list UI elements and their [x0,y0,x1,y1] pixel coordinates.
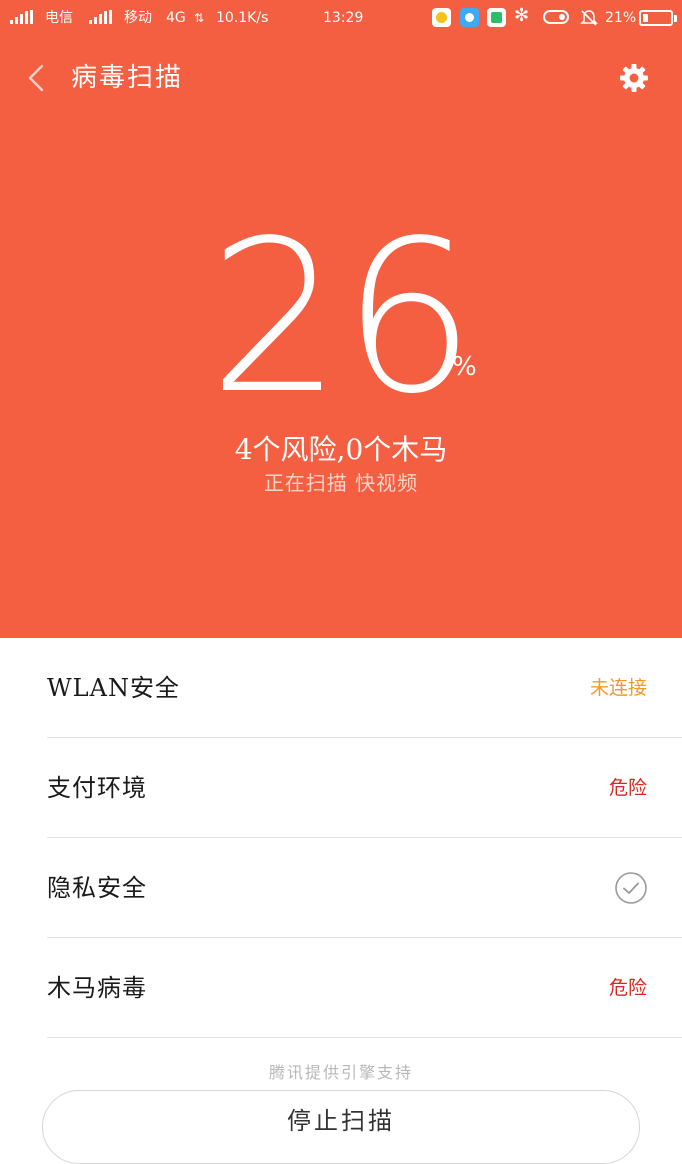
check-item-trojan[interactable]: 木马病毒 危险 [47,938,682,1038]
check-item-status: 危险 [608,977,647,999]
svg-text:26: 26 [208,195,475,440]
browser-notification-icon [460,8,479,27]
risk-summary: 4个风险,0个木马 [234,433,448,466]
scan-percent: 26 [205,192,479,444]
check-circle-icon [615,872,647,904]
battery-percent: 21% [605,10,637,26]
clock: 13:29 [323,10,364,26]
check-item-wlan[interactable]: WLAN安全 未连接 [47,638,682,738]
video-notification-icon [487,8,506,27]
signal-strength-icon [89,10,113,24]
scan-status-text: 正在扫描 快视频 [263,471,419,495]
check-list: WLAN安全 未连接 支付环境 危险 隐私安全 木马病毒 危险 [0,638,682,1038]
data-transfer-icon: ⇅ [194,11,205,25]
network-speed: 10.1K/s [216,10,269,26]
carrier-label-1: 电信 [45,10,73,26]
settings-button[interactable] [616,60,652,96]
engine-credit: 腾讯提供引擎支持 [268,1063,413,1082]
signal-strength-icon [10,10,34,24]
gear-icon [620,64,648,92]
check-item-status: 未连接 [589,677,647,699]
check-item-status: 危险 [608,777,647,799]
check-item-label: 隐私安全 [47,874,147,902]
check-item-privacy[interactable]: 隐私安全 [47,838,682,938]
carrier-label-2: 移动 [124,10,152,26]
battery-icon [639,10,673,26]
percent-sign: % [452,352,477,382]
status-bar: 电信 移动 4G ⇅ 10.1K/s 13:29 ✻ 21% [0,0,682,36]
check-item-label: 支付环境 [47,774,147,802]
check-item-payment[interactable]: 支付环境 危险 [47,738,682,838]
network-type: 4G [166,10,186,26]
check-item-label: WLAN安全 [47,674,180,702]
chevron-left-icon [28,64,44,92]
check-item-label: 木马病毒 [47,974,147,1002]
page-title: 病毒扫描 [71,63,184,93]
silent-bell-icon [580,10,598,26]
app-notification-icon [432,8,451,27]
toggle-status-icon [543,10,569,24]
stop-scan-button[interactable]: 停止扫描 [42,1090,640,1164]
bluetooth-icon: ✻ [514,5,530,26]
back-button[interactable] [22,60,58,96]
